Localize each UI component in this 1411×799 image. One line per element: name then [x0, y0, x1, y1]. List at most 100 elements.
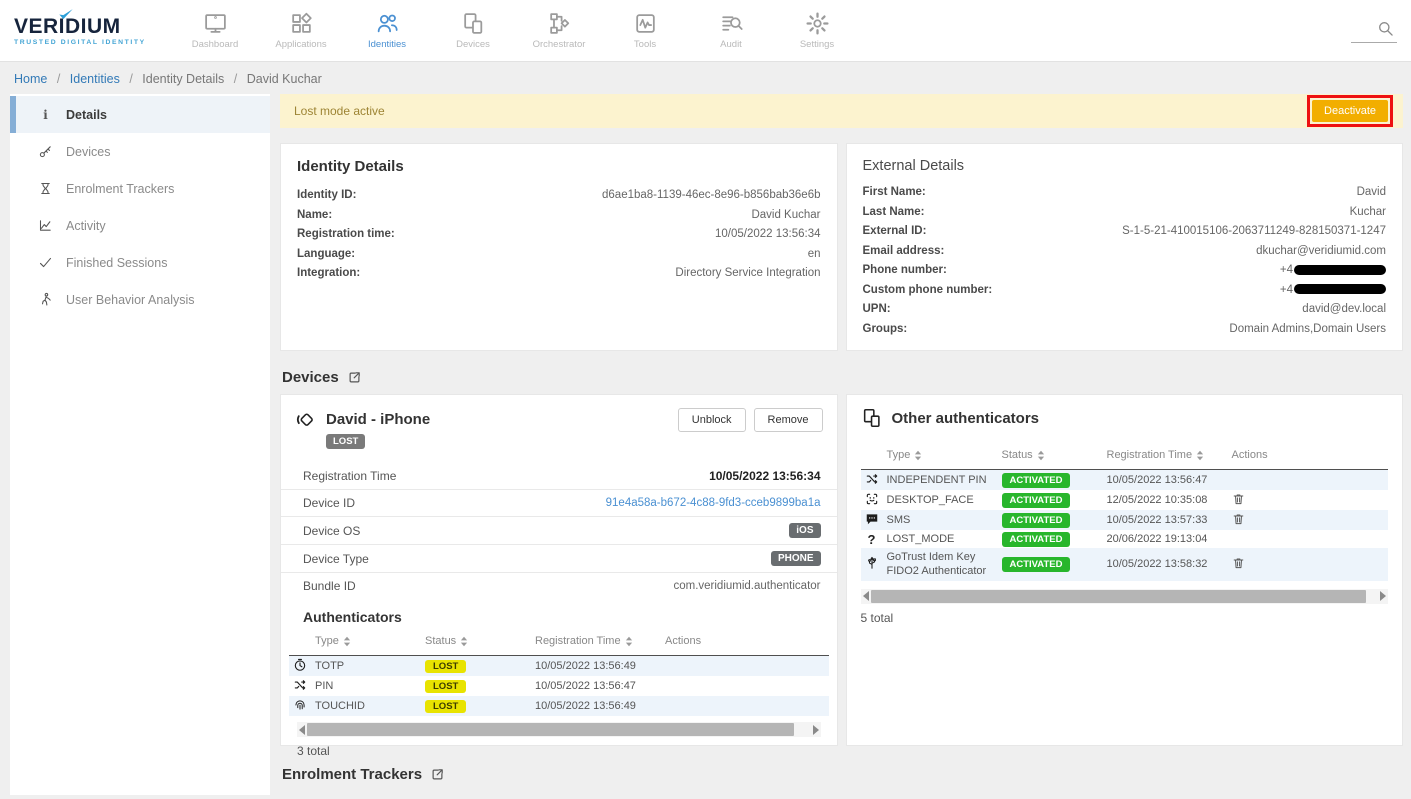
- pin-icon: [293, 678, 307, 692]
- lost-mode-banner: Lost mode active Deactivate: [280, 94, 1403, 128]
- sort-icon: [460, 636, 468, 647]
- device-id-link[interactable]: 91e4a58a-b672-4c88-9fd3-cceb9899ba1a: [606, 497, 821, 509]
- scroll-right-arrow[interactable]: [813, 725, 819, 735]
- logo-wordmark: VERIDIUM: [14, 15, 164, 39]
- field-label: Groups:: [863, 323, 908, 335]
- sidebar-item-enrolment-trackers[interactable]: Enrolment Trackers: [10, 170, 270, 207]
- table-row-touchid: TOUCHID LOST 10/05/2022 13:56:49: [289, 696, 829, 716]
- sort-type[interactable]: Type: [315, 635, 351, 647]
- type-badge: PHONE: [771, 551, 821, 566]
- field-last-name: Last Name: Kuchar: [863, 206, 1387, 218]
- remove-button[interactable]: Remove: [754, 408, 823, 432]
- sidebar-item-label: Activity: [66, 219, 106, 233]
- sort-registration-time[interactable]: Registration Time: [1107, 449, 1205, 461]
- identity-details-panel: Identity Details Identity ID: d6ae1ba8-1…: [280, 143, 838, 351]
- field-label: First Name:: [863, 186, 926, 198]
- enrolment-trackers-section-header: Enrolment Trackers: [282, 766, 1403, 783]
- status-badge: ACTIVATED: [1002, 493, 1071, 508]
- nav-item-dashboard[interactable]: Dashboard: [186, 11, 244, 50]
- device-name: David - iPhone: [326, 411, 430, 428]
- status-badge: LOST: [425, 660, 466, 673]
- breadcrumb-separator: /: [234, 72, 237, 86]
- nav-item-settings[interactable]: Settings: [788, 11, 846, 50]
- field-external-id: External ID: S-1-5-21-410015106-20637112…: [863, 225, 1387, 237]
- nav-item-identities[interactable]: Identities: [358, 11, 416, 50]
- scrollbar-thumb[interactable]: [307, 723, 794, 736]
- breadcrumb-home[interactable]: Home: [14, 72, 47, 86]
- svg-text:i: i: [43, 108, 48, 122]
- veridium-logo: VERIDIUM TRUSTED DIGITAL IDENTITY: [14, 15, 164, 46]
- breadcrumb-identities[interactable]: Identities: [70, 72, 120, 86]
- global-search[interactable]: [1351, 19, 1397, 43]
- field-label: Phone number:: [863, 264, 947, 276]
- sort-icon: [343, 636, 351, 647]
- face-scan-icon: [865, 492, 879, 506]
- sidebar-item-finished-sessions[interactable]: Finished Sessions: [10, 244, 270, 281]
- redaction-bar: [1294, 265, 1386, 275]
- scroll-right-arrow[interactable]: [1380, 591, 1386, 601]
- breadcrumb-separator: /: [57, 72, 60, 86]
- settings-gear-icon: [805, 11, 830, 36]
- sort-type[interactable]: Type: [887, 449, 923, 461]
- search-underline: [1351, 42, 1397, 43]
- sort-icon: [1196, 450, 1204, 461]
- device-lost-badge: LOST: [326, 434, 365, 449]
- sidebar-item-activity[interactable]: Activity: [10, 207, 270, 244]
- delete-trash-icon[interactable]: [1232, 556, 1245, 570]
- delete-trash-icon[interactable]: [1232, 492, 1245, 506]
- sidebar-item-label: Details: [66, 108, 107, 122]
- horizontal-scrollbar[interactable]: [297, 722, 821, 737]
- external-link-icon[interactable]: [430, 767, 445, 782]
- field-language: Language: en: [297, 248, 821, 260]
- nav-item-tools[interactable]: Tools: [616, 11, 674, 50]
- sidebar-item-label: Finished Sessions: [66, 256, 167, 270]
- devices-section-title: Devices: [282, 369, 339, 386]
- sort-icon: [1037, 450, 1045, 461]
- external-link-icon[interactable]: [347, 370, 362, 385]
- status-badge: LOST: [425, 680, 466, 693]
- delete-trash-icon[interactable]: [1232, 512, 1245, 526]
- table-row-independent-pin: INDEPENDENT PIN ACTIVATED 10/05/2022 13:…: [861, 470, 1389, 491]
- nav-item-orchestrator[interactable]: Orchestrator: [530, 11, 588, 50]
- status-badge: ACTIVATED: [1002, 513, 1071, 528]
- top-bar: VERIDIUM TRUSTED DIGITAL IDENTITY Dashbo…: [0, 0, 1411, 62]
- sort-status[interactable]: Status: [1002, 449, 1045, 461]
- scroll-left-arrow[interactable]: [299, 725, 305, 735]
- nav-item-applications[interactable]: Applications: [272, 11, 330, 50]
- sidebar-item-devices[interactable]: Devices: [10, 133, 270, 170]
- sidebar-item-label: Devices: [66, 145, 110, 159]
- sort-registration-time[interactable]: Registration Time: [535, 635, 633, 647]
- walking-person-icon: [38, 292, 53, 307]
- field-integration: Integration: Directory Service Integrati…: [297, 267, 821, 279]
- nav-item-audit[interactable]: Audit: [702, 11, 760, 50]
- field-first-name: First Name: David: [863, 186, 1387, 198]
- search-icon[interactable]: [1376, 19, 1395, 38]
- multi-device-icon: [861, 407, 883, 429]
- field-label: Identity ID:: [297, 189, 356, 201]
- deactivate-button[interactable]: Deactivate: [1312, 100, 1388, 122]
- sidebar-item-details[interactable]: i Details: [10, 96, 270, 133]
- sidebar-item-user-behavior-analysis[interactable]: User Behavior Analysis: [10, 281, 270, 318]
- field-label: Custom phone number:: [863, 284, 993, 296]
- logo-checkmark-icon: [58, 8, 74, 21]
- scroll-left-arrow[interactable]: [863, 591, 869, 601]
- orchestrator-icon: [547, 11, 572, 36]
- nav-label: Devices: [456, 39, 490, 50]
- field-value: S-1-5-21-410015106-2063711249-828150371-…: [1122, 225, 1386, 237]
- nav-label: Identities: [368, 39, 406, 50]
- unblock-button[interactable]: Unblock: [678, 408, 746, 432]
- table-row-pin: PIN LOST 10/05/2022 13:56:47: [289, 676, 829, 696]
- scrollbar-thumb[interactable]: [871, 590, 1367, 603]
- table-row-desktop-face: DESKTOP_FACE ACTIVATED 12/05/2022 10:35:…: [861, 490, 1389, 510]
- os-badge: iOS: [789, 523, 820, 538]
- device-row-device-id: Device ID 91e4a58a-b672-4c88-9fd3-cceb98…: [281, 490, 837, 517]
- field-value: david@dev.local: [1302, 303, 1386, 315]
- device-authenticators-table: Type Status Registration Time Actions TO…: [289, 627, 829, 716]
- sort-status[interactable]: Status: [425, 635, 468, 647]
- horizontal-scrollbar[interactable]: [861, 589, 1389, 604]
- audit-icon: [719, 11, 744, 36]
- table-row-sms: SMS ACTIVATED 10/05/2022 13:57:33: [861, 510, 1389, 530]
- applications-icon: [289, 11, 314, 36]
- nav-item-devices[interactable]: Devices: [444, 11, 502, 50]
- other-auth-total: 5 total: [861, 604, 1389, 625]
